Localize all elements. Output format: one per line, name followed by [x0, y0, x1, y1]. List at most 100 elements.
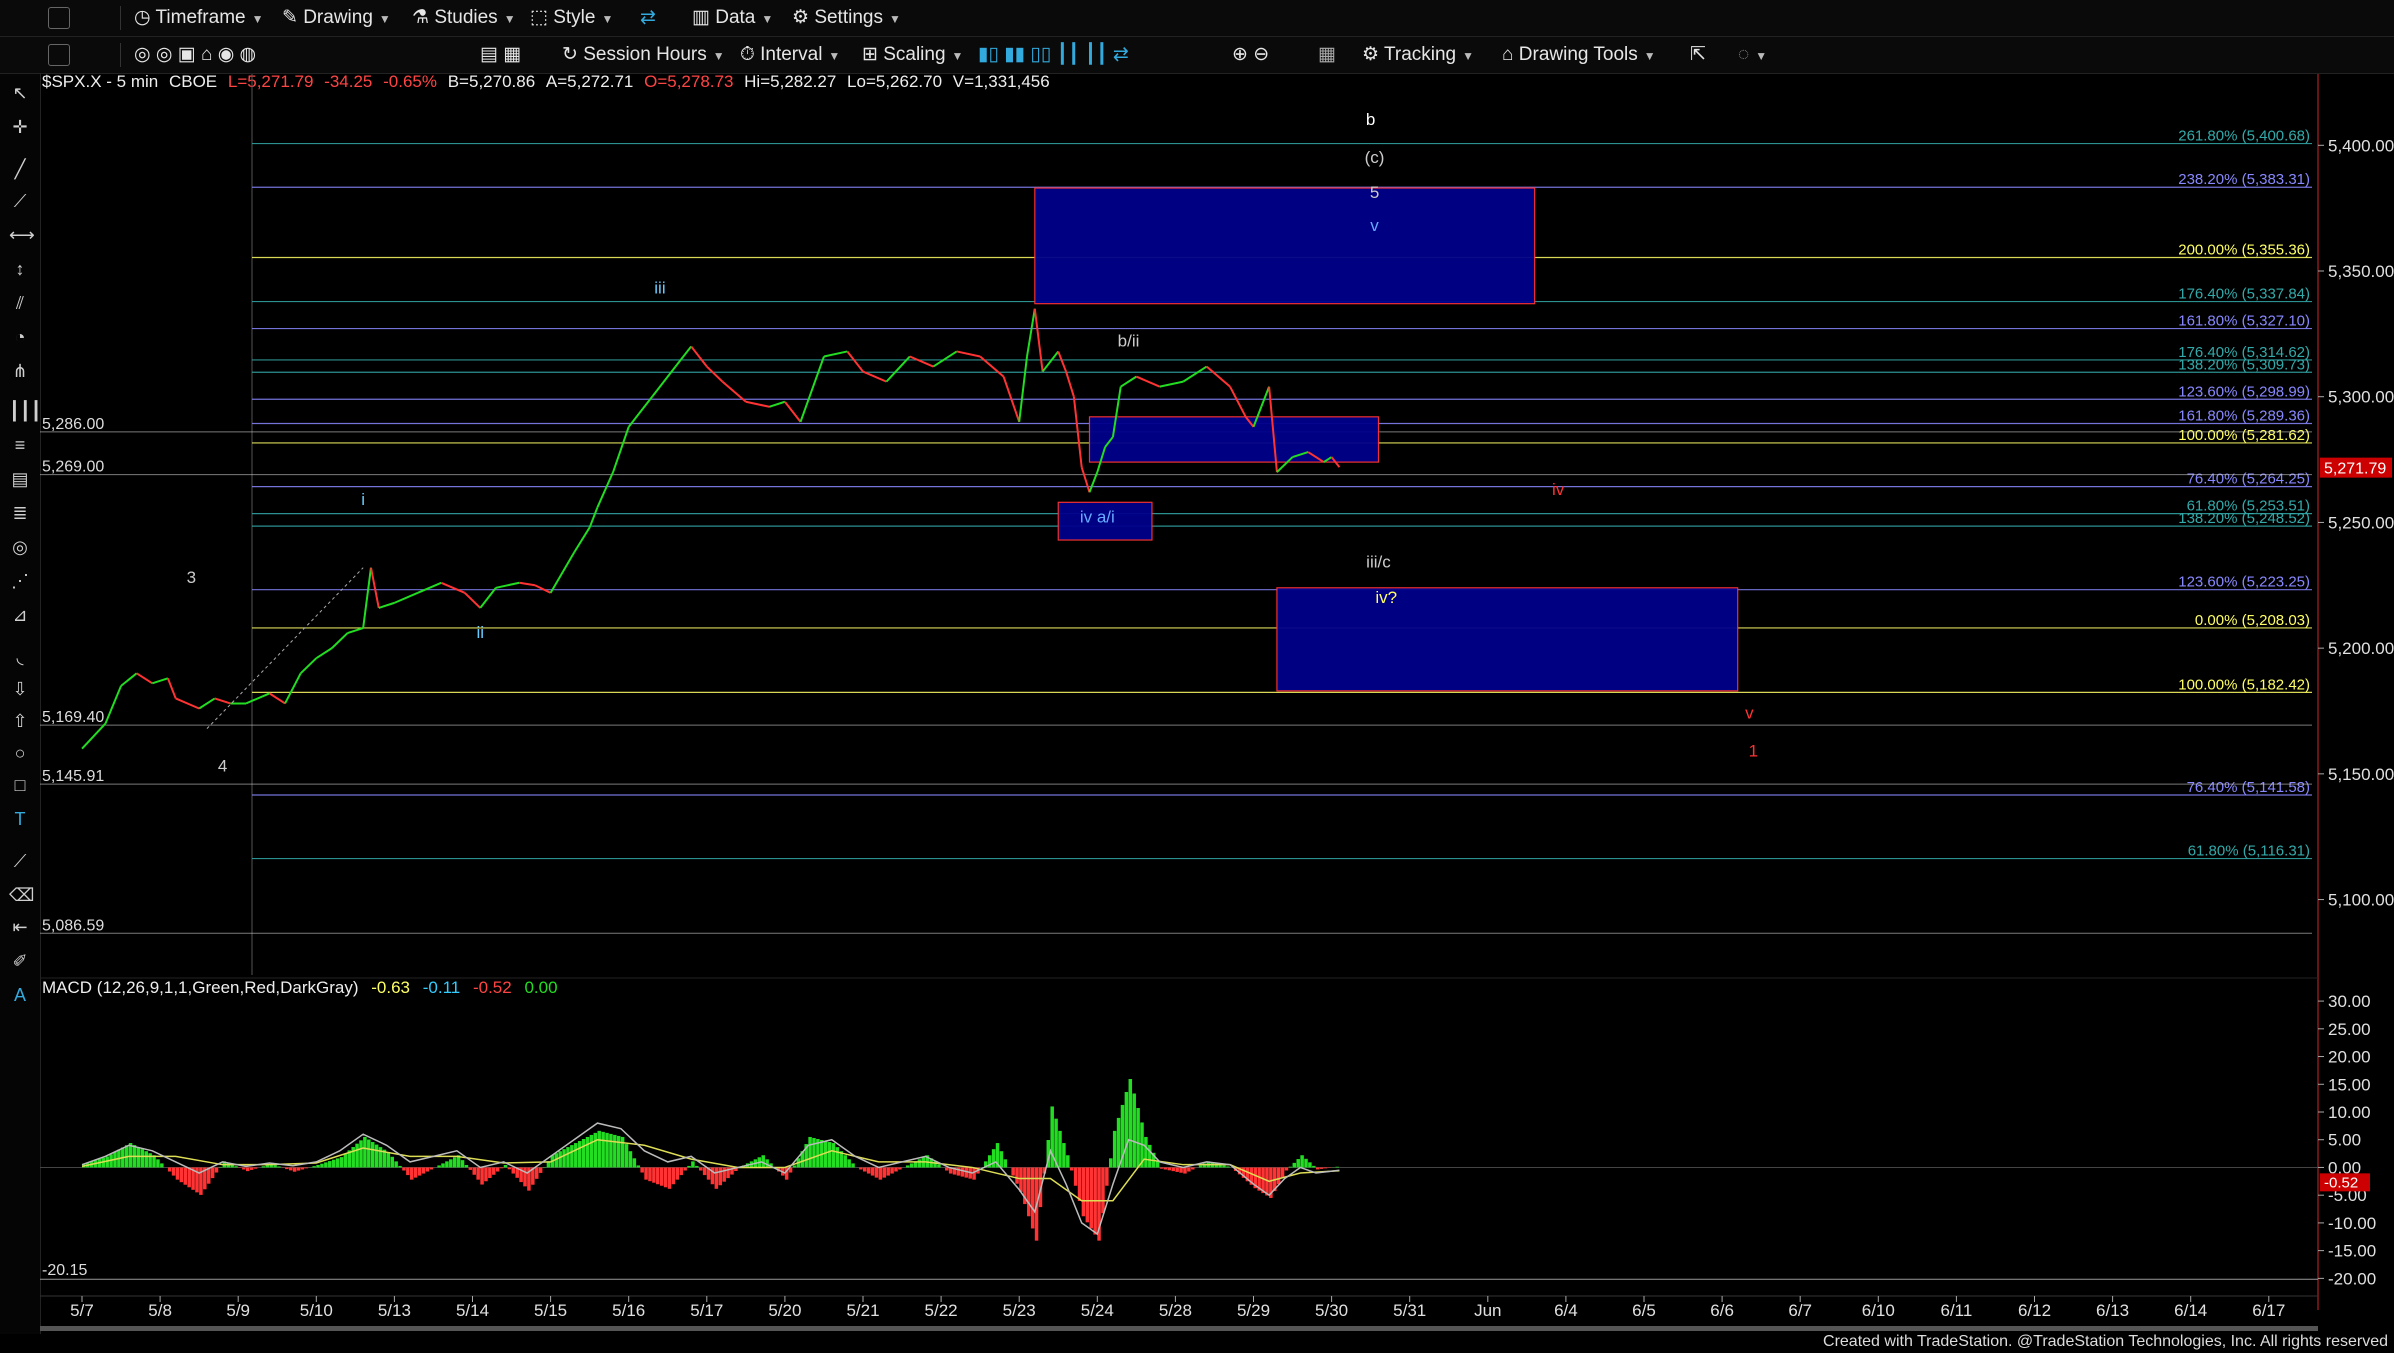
date-tick-label: 5/29: [1237, 1301, 1270, 1320]
date-tick-label: 5/9: [226, 1301, 250, 1320]
macd-tick-label: -20.00: [2328, 1269, 2376, 1288]
macd-histogram-bar: [214, 1167, 219, 1173]
macd-histogram-bar: [335, 1158, 340, 1168]
macd-histogram-bar: [566, 1147, 570, 1168]
price-segment: [909, 355, 934, 368]
macd-histogram-bar: [413, 1167, 418, 1178]
macd-histogram-bar: [304, 1167, 309, 1169]
price-segment: [104, 685, 122, 724]
footer-credit: Created with TradeStation. @TradeStation…: [1823, 1333, 2388, 1350]
wave-label: ii: [477, 623, 485, 642]
macd-min-label: -20.15: [42, 1262, 87, 1279]
macd-histogram-bar: [847, 1159, 851, 1168]
macd-histogram-bar: [831, 1143, 836, 1168]
price-segment: [81, 722, 107, 750]
fib-level-label: 123.60% (5,223.25): [2178, 574, 2310, 591]
macd-histogram-bar: [206, 1167, 211, 1184]
macd-histogram-bar: [1191, 1167, 1195, 1170]
macd-histogram-bar: [468, 1167, 473, 1170]
date-tick-label: Jun: [1474, 1301, 1501, 1320]
price-segment: [799, 356, 825, 423]
support-level-label: 5,169.40: [42, 709, 104, 726]
target-box: [1034, 187, 1536, 305]
support-level-label: 5,145.91: [42, 768, 104, 785]
price-segment: [166, 677, 177, 699]
macd-histogram-bar: [663, 1167, 668, 1188]
fib-level-label: 61.80% (5,116.31): [2188, 843, 2310, 860]
macd-histogram-bar: [874, 1167, 879, 1178]
date-tick-label: 6/5: [1632, 1301, 1656, 1320]
wave-label: 3: [187, 568, 196, 587]
price-segment: [1041, 350, 1060, 373]
price-segment: [268, 692, 286, 705]
macd-tick-label: -15.00: [2328, 1242, 2376, 1261]
price-segment: [1057, 351, 1067, 372]
macd-value-tag-label: -0.52: [2324, 1174, 2358, 1191]
date-tick-label: 6/12: [2018, 1301, 2051, 1320]
price-segment: [519, 581, 536, 587]
macd-histogram-bar: [1066, 1155, 1070, 1168]
macd-histogram-bar: [210, 1167, 215, 1179]
fib-level-label: 0.00% (5,208.03): [2195, 612, 2310, 629]
macd-histogram-bar: [1073, 1167, 1078, 1186]
price-segment: [495, 581, 520, 589]
macd-histogram-bar: [843, 1155, 847, 1168]
macd-histogram-bar: [597, 1130, 601, 1168]
macd-histogram-bar: [417, 1167, 422, 1176]
macd-histogram-bar: [851, 1163, 855, 1168]
macd-histogram-bar: [691, 1161, 695, 1168]
macd-histogram-bar: [538, 1167, 543, 1173]
macd-histogram-bar: [441, 1163, 445, 1168]
macd-histogram-bar: [144, 1151, 148, 1168]
date-tick-label: 5/28: [1159, 1301, 1192, 1320]
macd-histogram-bar: [1304, 1158, 1308, 1168]
macd-histogram-bar: [1292, 1162, 1297, 1168]
price-segment: [362, 567, 372, 629]
macd-histogram-bar: [890, 1167, 894, 1174]
macd-histogram-bar: [374, 1144, 379, 1168]
wave-label: i: [361, 490, 365, 509]
macd-histogram-bar: [1323, 1167, 1328, 1169]
fib-level-label: 76.40% (5,141.58): [2187, 779, 2310, 796]
price-segment: [1018, 356, 1029, 422]
price-segment: [369, 567, 380, 609]
macd-histogram-bar: [503, 1165, 508, 1168]
macd-histogram-bar: [534, 1167, 539, 1179]
macd-histogram-bar: [652, 1167, 656, 1183]
date-tick-label: 6/14: [2174, 1301, 2207, 1320]
macd-histogram-bar: [917, 1159, 922, 1168]
macd-histogram-bar: [991, 1149, 996, 1168]
price-chart[interactable]: 261.80% (5,400.68) 238.20% (5,383.31) 200.…: [0, 0, 2394, 1353]
macd-histogram-bar: [905, 1165, 910, 1168]
macd-histogram-bar: [253, 1167, 258, 1169]
price-segment: [299, 657, 317, 675]
macd-histogram-bar: [702, 1167, 707, 1176]
date-tick-label: 6/10: [1862, 1301, 1895, 1320]
price-segment: [846, 350, 864, 373]
macd-histogram-bar: [1015, 1167, 1019, 1184]
macd-histogram-bar: [390, 1156, 394, 1168]
price-segment: [549, 552, 575, 594]
macd-histogram-bar: [620, 1136, 625, 1168]
macd-histogram-bar: [835, 1147, 840, 1168]
macd-histogram-bar: [1226, 1166, 1230, 1168]
macd-histogram-bar: [1163, 1167, 1168, 1170]
wave-label: v: [1745, 704, 1754, 723]
wave-label: iii/c: [1366, 553, 1391, 572]
macd-histogram-bar: [1319, 1167, 1324, 1169]
macd-histogram-bar: [1062, 1143, 1066, 1168]
macd-histogram-bar: [421, 1167, 426, 1174]
macd-histogram-bar: [1011, 1167, 1015, 1176]
price-segment: [463, 592, 482, 609]
price-segment: [1033, 308, 1044, 372]
wave-label: 4: [218, 756, 227, 775]
price-segment: [588, 506, 599, 528]
macd-histogram-bar: [1109, 1158, 1113, 1168]
date-tick-label: 6/6: [1710, 1301, 1734, 1320]
macd-histogram-bar: [312, 1166, 316, 1168]
price-segment: [245, 692, 270, 705]
macd-histogram-bar: [1003, 1159, 1008, 1168]
macd-histogram-bar: [171, 1167, 176, 1176]
macd-histogram-bar: [636, 1165, 641, 1168]
macd-histogram-bar: [300, 1167, 305, 1170]
